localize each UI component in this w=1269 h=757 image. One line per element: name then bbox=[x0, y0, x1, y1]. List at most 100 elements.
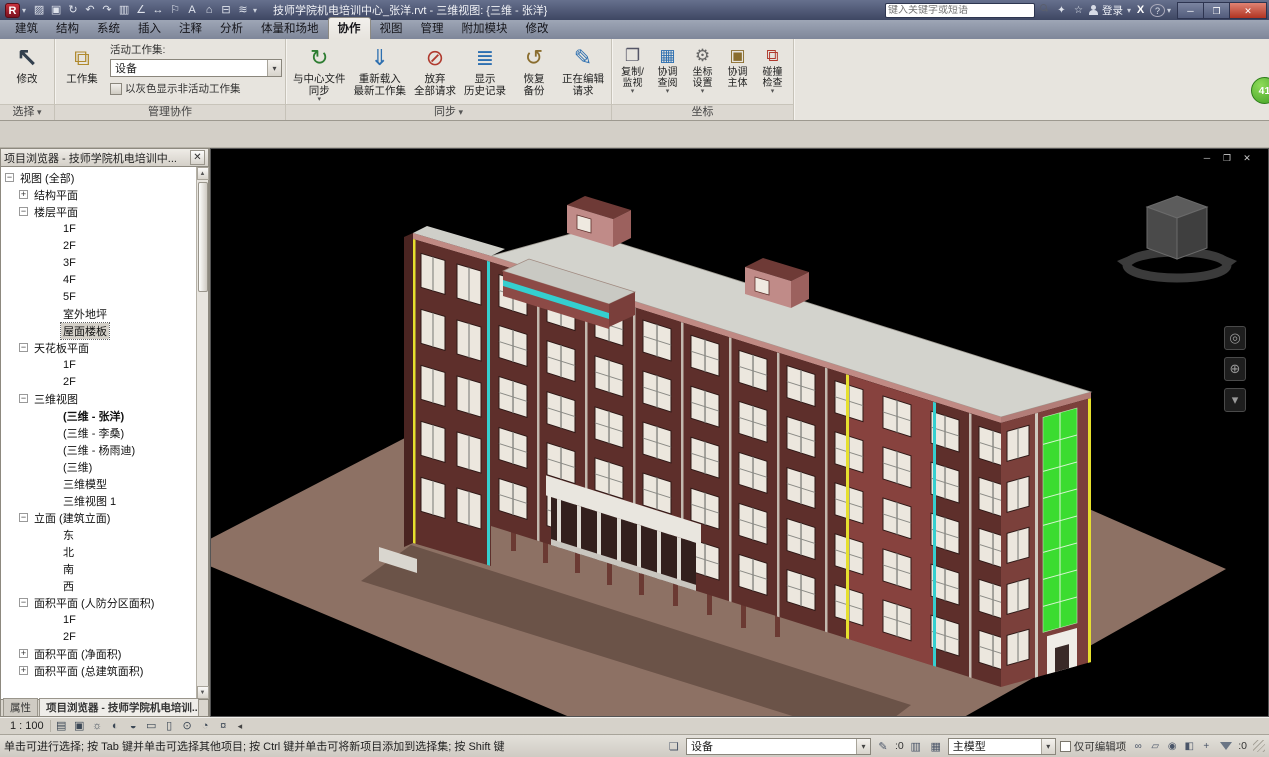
save-icon[interactable]: ▣ bbox=[48, 2, 64, 18]
dropdown-arrow-icon[interactable]: ▾ bbox=[856, 739, 870, 754]
drawing-area[interactable]: ─ ❐ ✕ ◎ ⊕ ▾ bbox=[210, 148, 1269, 717]
viewbar-collapse-icon[interactable]: ◂ bbox=[238, 721, 243, 732]
modify-button[interactable]: 修改 bbox=[3, 41, 51, 87]
sun-path-icon[interactable]: ☼ bbox=[89, 719, 106, 734]
thin-lines-icon[interactable]: ≋ bbox=[235, 2, 251, 18]
subscription-center-icon[interactable]: ✦ bbox=[1054, 3, 1069, 18]
browser-scrollbar[interactable]: ▲ ▼ bbox=[196, 167, 208, 699]
copy-monitor-button[interactable]: 复制/监视 bbox=[615, 41, 650, 96]
crop-view-icon[interactable]: ▭ bbox=[143, 719, 160, 734]
tree-item[interactable]: 视图 (全部) bbox=[1, 169, 196, 186]
tree-expander-icon[interactable] bbox=[5, 173, 14, 182]
relinquish-all-button[interactable]: 放弃全部请求 bbox=[410, 41, 460, 99]
tree-item[interactable]: 立面 (建筑立面) bbox=[1, 509, 196, 526]
tree-expander-icon[interactable] bbox=[19, 207, 28, 216]
unlocked-3d-view-icon[interactable]: ⊙ bbox=[179, 719, 196, 734]
view-restore-icon[interactable]: ❐ bbox=[1220, 152, 1234, 164]
temporary-hide-isolate-icon[interactable]: ◔ bbox=[197, 719, 214, 734]
tree-item[interactable]: (三维 - 杨雨迪) bbox=[1, 441, 196, 458]
dropdown-arrow-icon[interactable]: ▾ bbox=[1041, 739, 1055, 754]
tree-item[interactable]: 南 bbox=[1, 560, 196, 577]
tree-item[interactable]: 2F bbox=[1, 628, 196, 645]
ribbon-tab[interactable]: 管理 bbox=[412, 18, 453, 39]
exchange-apps-icon[interactable]: X bbox=[1133, 3, 1148, 18]
worksharing-display-icon[interactable]: ▥ bbox=[908, 740, 924, 753]
infocenter-search[interactable] bbox=[885, 3, 1035, 18]
panel-label-coordinate[interactable]: 坐标 bbox=[612, 104, 793, 120]
tree-expander-icon[interactable] bbox=[19, 343, 28, 352]
zoom-icon[interactable]: ⊕ bbox=[1224, 357, 1246, 381]
show-crop-region-icon[interactable]: ▯ bbox=[161, 719, 178, 734]
favorites-star-icon[interactable]: ☆ bbox=[1071, 3, 1086, 18]
tree-item[interactable]: 面积平面 (总建筑面积) bbox=[1, 662, 196, 679]
editing-requests-button[interactable]: 正在编辑请求 bbox=[558, 41, 608, 99]
tree-item[interactable]: 1F bbox=[1, 220, 196, 237]
tree-item[interactable]: 西 bbox=[1, 577, 196, 594]
navbar-options-icon[interactable]: ▾ bbox=[1224, 388, 1246, 412]
browser-tab[interactable]: 项目浏览器 - 技师学院机电培训... bbox=[39, 698, 199, 716]
view-cube[interactable] bbox=[1117, 196, 1237, 278]
panel-label-synchronize[interactable]: 同步 bbox=[286, 104, 611, 120]
tree-item[interactable]: 屋面楼板 bbox=[1, 322, 196, 339]
tree-item[interactable]: 东 bbox=[1, 526, 196, 543]
steering-wheel-icon[interactable]: ◎ bbox=[1224, 326, 1246, 350]
search-input[interactable] bbox=[888, 5, 1016, 16]
section-icon[interactable]: ⊟ bbox=[218, 2, 234, 18]
tree-expander-icon[interactable] bbox=[19, 190, 28, 199]
maximize-button[interactable]: ❐ bbox=[1203, 2, 1229, 19]
tree-item[interactable]: 3F bbox=[1, 254, 196, 271]
ribbon-tab[interactable]: 修改 bbox=[517, 18, 558, 39]
interference-check-button[interactable]: 碰撞检查 bbox=[755, 41, 790, 96]
ribbon-tab[interactable]: 体量和场地 bbox=[252, 18, 328, 39]
view-close-icon[interactable]: ✕ bbox=[1240, 152, 1254, 164]
sync-with-central-icon[interactable]: ↻ bbox=[65, 2, 81, 18]
dropdown-arrow-icon[interactable]: ▾ bbox=[267, 60, 281, 76]
tree-item[interactable]: 天花板平面 bbox=[1, 339, 196, 356]
select-elements-by-face-icon[interactable]: ◧ bbox=[1181, 738, 1197, 754]
ribbon-tab[interactable]: 附加模块 bbox=[453, 18, 517, 39]
show-history-button[interactable]: 显示历史记录 bbox=[460, 41, 510, 99]
sync-with-central-button[interactable]: 与中心文件同步 bbox=[289, 41, 350, 104]
tree-item[interactable]: 楼层平面 bbox=[1, 203, 196, 220]
qat-customize-icon[interactable]: ▾ bbox=[253, 6, 257, 15]
design-option-selector[interactable]: 主模型 ▾ bbox=[948, 738, 1056, 755]
ribbon-tab[interactable]: 注释 bbox=[170, 18, 211, 39]
coordination-review-button[interactable]: 协调查阅 bbox=[650, 41, 685, 96]
panel-label-manage-collaboration[interactable]: 管理协作 bbox=[55, 104, 285, 120]
aligned-dimension-icon[interactable]: ↔ bbox=[150, 2, 166, 18]
select-links-icon[interactable]: ∞ bbox=[1130, 738, 1146, 754]
binoculars-icon[interactable] bbox=[1037, 3, 1052, 18]
tree-item[interactable]: 三维模型 bbox=[1, 475, 196, 492]
panel-label-select[interactable]: 选择 bbox=[0, 104, 54, 120]
scroll-up-icon[interactable]: ▲ bbox=[197, 167, 209, 180]
measure-icon[interactable]: ∠ bbox=[133, 2, 149, 18]
restore-backup-button[interactable]: 恢复备份 bbox=[510, 41, 558, 99]
ribbon-tab[interactable]: 插入 bbox=[129, 18, 170, 39]
undo-icon[interactable]: ↶ bbox=[82, 2, 98, 18]
workset-selector[interactable]: 设备 ▾ bbox=[686, 738, 871, 755]
tree-item[interactable]: 三维视图 1 bbox=[1, 492, 196, 509]
tag-icon[interactable]: ⚐ bbox=[167, 2, 183, 18]
3d-building-model[interactable] bbox=[211, 149, 1268, 716]
tree-item[interactable]: (三维) bbox=[1, 458, 196, 475]
minimize-button[interactable]: ─ bbox=[1177, 2, 1203, 19]
sign-in-button[interactable]: 登录 bbox=[1100, 3, 1125, 18]
open-icon[interactable]: ▨ bbox=[31, 2, 47, 18]
resize-grip[interactable] bbox=[1253, 740, 1265, 752]
tree-item[interactable]: 室外地坪 bbox=[1, 305, 196, 322]
tree-item[interactable]: 结构平面 bbox=[1, 186, 196, 203]
project-browser-titlebar[interactable]: 项目浏览器 - 技师学院机电培训中... ✕ bbox=[0, 148, 209, 167]
tree-item[interactable]: 1F bbox=[1, 611, 196, 628]
view-minimize-icon[interactable]: ─ bbox=[1200, 152, 1214, 164]
shadows-icon[interactable]: ◐ bbox=[107, 719, 124, 734]
ribbon-tab[interactable]: 系统 bbox=[88, 18, 129, 39]
redo-icon[interactable]: ↷ bbox=[99, 2, 115, 18]
editable-only-checkbox[interactable]: 仅可编辑项 bbox=[1060, 739, 1127, 754]
worksets-button[interactable]: 工作集 bbox=[58, 41, 106, 87]
ribbon-tab[interactable]: 分析 bbox=[211, 18, 252, 39]
tree-item[interactable]: 4F bbox=[1, 271, 196, 288]
reveal-hidden-elements-icon[interactable]: ¤ bbox=[215, 719, 232, 734]
tree-item[interactable]: 三维视图 bbox=[1, 390, 196, 407]
active-workset-dropdown[interactable]: 设备 ▾ bbox=[110, 59, 282, 77]
ribbon-tab[interactable]: 协作 bbox=[328, 17, 371, 39]
